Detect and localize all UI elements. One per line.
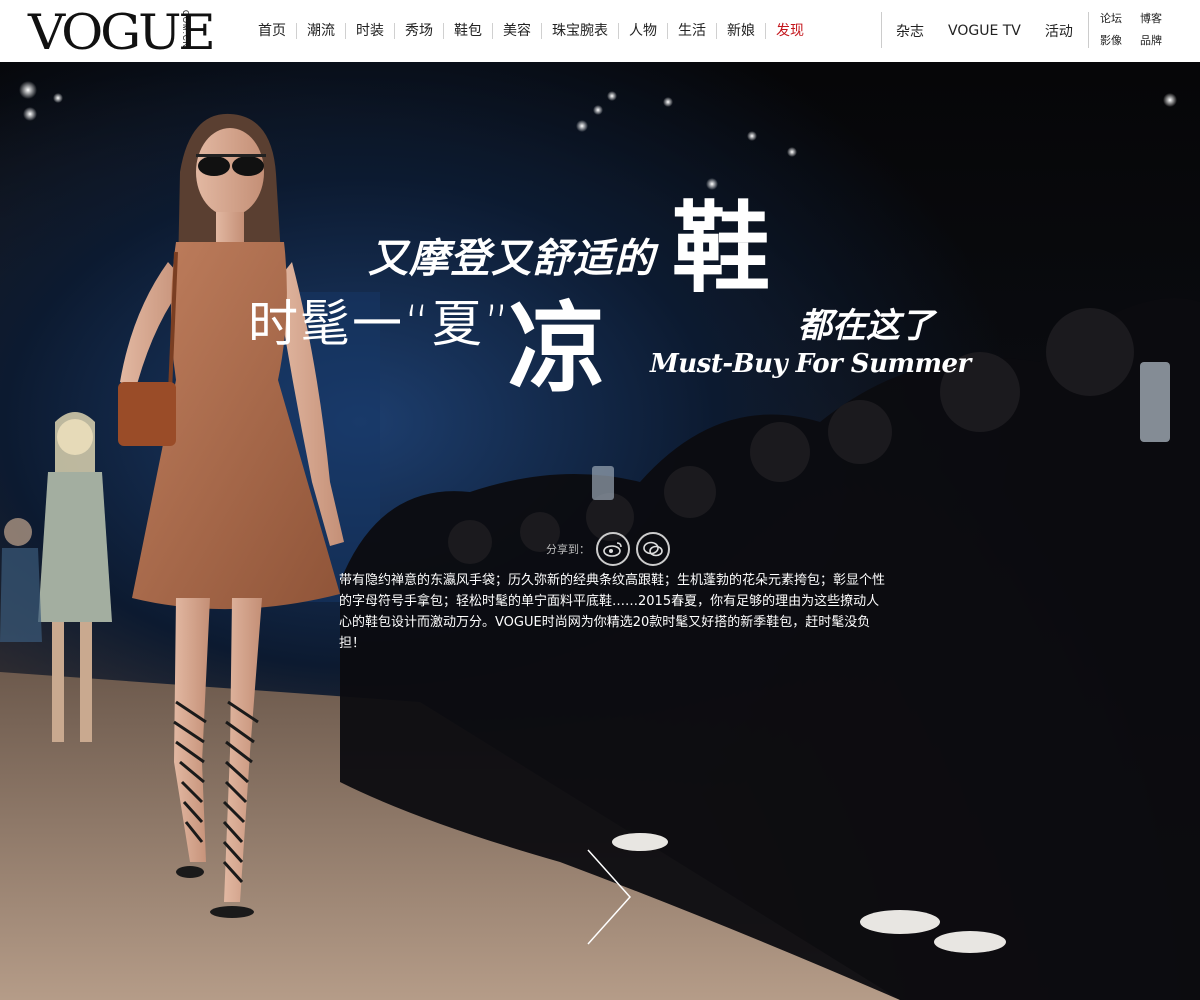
wechat-icon[interactable] — [636, 532, 670, 566]
headline-big-character-shoe: 鞋 — [672, 191, 771, 306]
logo-domain: COM.CN — [181, 10, 190, 49]
headline-big-character-cool: 凉 — [508, 291, 607, 406]
headline-english: Must-Buy For Summer — [650, 349, 971, 379]
top-navigation-bar: VOGUE COM.CN 首页 潮流 时装 秀场 鞋包 美容 珠宝腕表 人物 生… — [0, 0, 1200, 62]
nav-item-jewelry-watches[interactable]: 珠宝腕表 — [542, 23, 619, 39]
share-bar: 分享到： — [546, 532, 670, 566]
secondary-nav: 杂志 VOGUE TV 活动 — [884, 0, 1085, 62]
nav-item-fashion[interactable]: 时装 — [346, 23, 395, 39]
nav-item-trend[interactable]: 潮流 — [297, 23, 346, 39]
nav-item-people[interactable]: 人物 — [619, 23, 668, 39]
nav-item-brands[interactable]: 品牌 — [1140, 32, 1180, 48]
nav-item-magazine[interactable]: 杂志 — [896, 21, 924, 41]
intro-paragraph: 带有隐约禅意的东瀛风手袋；历久弥新的经典条纹高跟鞋；生机蓬勃的花朵元素挎包；彰显… — [339, 573, 886, 651]
main-nav: 首页 潮流 时装 秀场 鞋包 美容 珠宝腕表 人物 生活 新娘 发现 — [248, 0, 814, 62]
nav-item-bride[interactable]: 新娘 — [717, 23, 766, 39]
nav-item-beauty[interactable]: 美容 — [493, 23, 542, 39]
headline-line-1: 又摩登又舒适的 — [368, 235, 655, 282]
nav-item-life[interactable]: 生活 — [668, 23, 717, 39]
nav-item-vogue-tv[interactable]: VOGUE TV — [948, 23, 1021, 39]
nav-item-forum[interactable]: 论坛 — [1100, 10, 1140, 26]
nav-item-blog[interactable]: 博客 — [1140, 10, 1180, 26]
headline-line-2: 时髦一“夏” — [248, 295, 512, 353]
nav-divider — [881, 12, 882, 48]
background-model-2 — [0, 518, 42, 642]
nav-item-home[interactable]: 首页 — [248, 23, 297, 39]
nav-item-images[interactable]: 影像 — [1100, 32, 1140, 48]
weibo-icon[interactable] — [596, 532, 630, 566]
headline-line-3: 都在这了 — [798, 306, 934, 346]
nav-item-runway[interactable]: 秀场 — [395, 23, 444, 39]
hero-banner: 又摩登又舒适的 鞋 时髦一“夏” 凉 都在这了 Must-Buy For Sum… — [0, 62, 1200, 1000]
nav-item-discover[interactable]: 发现 — [766, 23, 814, 39]
small-nav-grid: 论坛 博客 影像 品牌 — [1100, 10, 1180, 48]
chevron-right-icon — [587, 849, 632, 945]
nav-item-bags-shoes[interactable]: 鞋包 — [444, 23, 493, 39]
nav-divider — [1088, 12, 1089, 48]
share-label: 分享到： — [546, 543, 590, 556]
nav-item-events[interactable]: 活动 — [1045, 21, 1073, 41]
next-slide-button[interactable] — [580, 842, 640, 952]
